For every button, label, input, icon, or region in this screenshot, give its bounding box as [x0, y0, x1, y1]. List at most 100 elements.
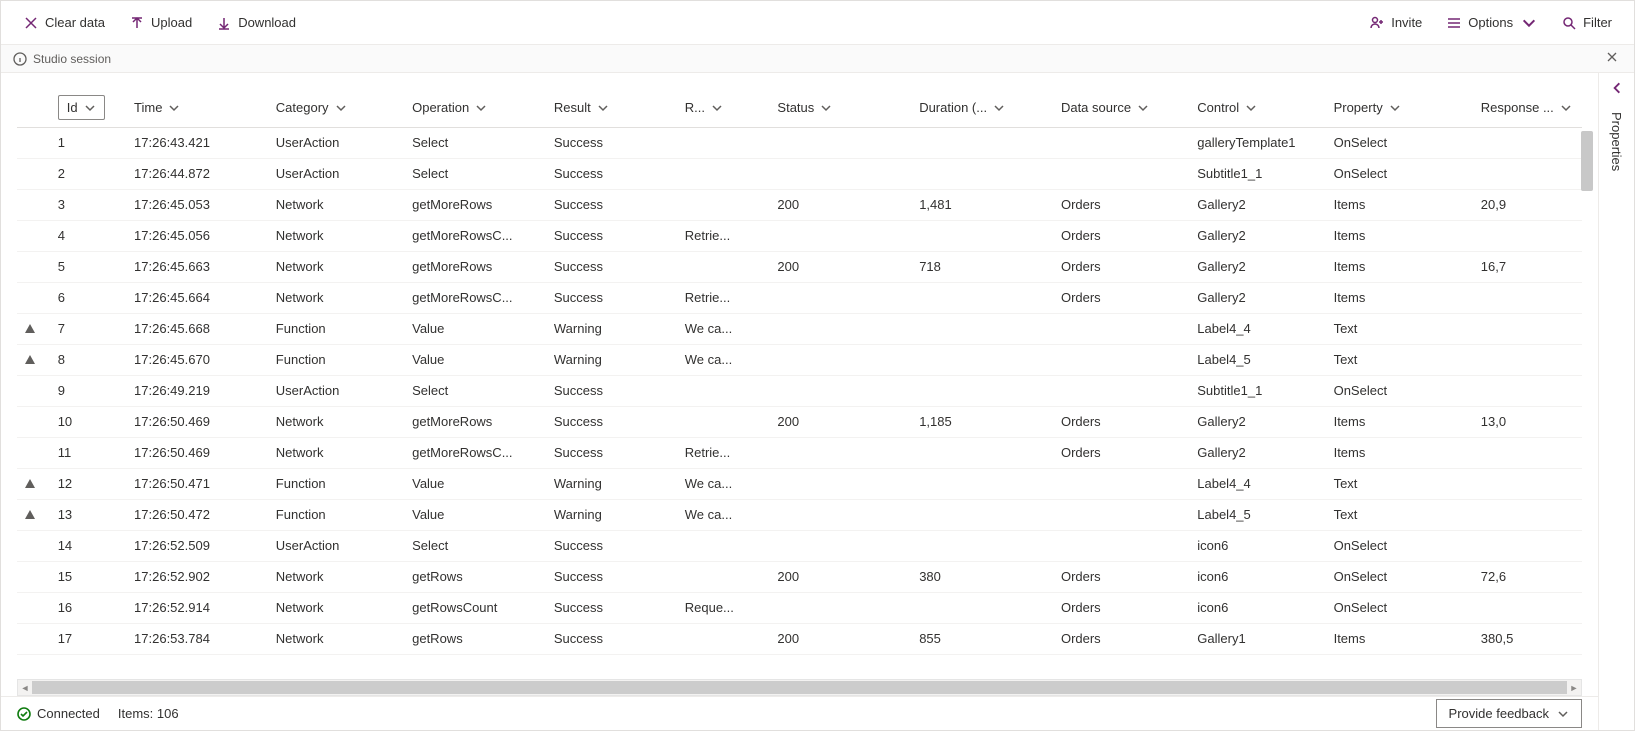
table-row[interactable]: 817:26:45.670FunctionValueWarningWe ca..… [17, 344, 1582, 375]
scroll-right-icon[interactable]: ► [1567, 683, 1581, 693]
table-row[interactable]: 117:26:43.421UserActionSelectSuccessgall… [17, 127, 1582, 158]
horizontal-scrollbar[interactable]: ◄ ► [17, 679, 1582, 696]
cell-property: OnSelect [1326, 158, 1473, 189]
row-warning-cell [17, 251, 50, 282]
column-header-status[interactable]: Status [769, 85, 911, 127]
table-row[interactable]: 517:26:45.663NetworkgetMoreRowsSuccess20… [17, 251, 1582, 282]
chevron-down-icon [84, 102, 96, 114]
column-header-time[interactable]: Time [126, 85, 268, 127]
cell-status [769, 592, 911, 623]
column-header-category[interactable]: Category [268, 85, 404, 127]
table-row[interactable]: 1717:26:53.784NetworkgetRowsSuccess20085… [17, 623, 1582, 654]
scroll-left-icon[interactable]: ◄ [18, 683, 32, 693]
chevron-down-icon [475, 102, 487, 114]
provide-feedback-button[interactable]: Provide feedback [1436, 699, 1582, 728]
cell-operation: getMoreRows [404, 406, 546, 437]
cell-time: 17:26:50.469 [126, 437, 268, 468]
cell-property: OnSelect [1326, 530, 1473, 561]
table-row[interactable]: 617:26:45.664NetworkgetMoreRowsC...Succe… [17, 282, 1582, 313]
cell-result-info: We ca... [677, 313, 770, 344]
cell-category: UserAction [268, 375, 404, 406]
cell-category: Network [268, 623, 404, 654]
cell-response [1473, 220, 1582, 251]
column-header-control[interactable]: Control [1189, 85, 1325, 127]
column-header-property[interactable]: Property [1326, 85, 1473, 127]
cell-result: Success [546, 251, 677, 282]
cell-response [1473, 344, 1582, 375]
table-row[interactable]: 217:26:44.872UserActionSelectSuccessSubt… [17, 158, 1582, 189]
vertical-scrollbar-thumb[interactable] [1581, 131, 1593, 191]
column-header-result[interactable]: Result [546, 85, 677, 127]
cell-data-source [1053, 530, 1189, 561]
expand-properties-button[interactable] [1610, 81, 1624, 98]
chevron-left-icon [1610, 81, 1624, 95]
clear-data-button[interactable]: Clear data [13, 9, 115, 37]
warning-icon [25, 479, 35, 488]
cell-property: Items [1326, 251, 1473, 282]
row-warning-cell [17, 623, 50, 654]
row-warning-cell [17, 437, 50, 468]
cell-control: Gallery2 [1189, 220, 1325, 251]
table-row[interactable]: 1017:26:50.469NetworkgetMoreRowsSuccess2… [17, 406, 1582, 437]
invite-button[interactable]: Invite [1359, 9, 1432, 37]
cell-property: Text [1326, 313, 1473, 344]
options-button[interactable]: Options [1436, 9, 1547, 37]
cell-data-source [1053, 158, 1189, 189]
chevron-down-icon [1521, 15, 1537, 31]
data-grid[interactable]: Id Time Category Operation Result R... S… [17, 85, 1582, 679]
column-header-duration[interactable]: Duration (... [911, 85, 1053, 127]
cell-result: Success [546, 158, 677, 189]
cell-id: 12 [50, 468, 126, 499]
upload-button[interactable]: Upload [119, 9, 202, 37]
cell-duration [911, 282, 1053, 313]
cell-data-source: Orders [1053, 592, 1189, 623]
cell-status [769, 313, 911, 344]
person-add-icon [1369, 15, 1385, 31]
table-row[interactable]: 1217:26:50.471FunctionValueWarningWe ca.… [17, 468, 1582, 499]
table-row[interactable]: 1317:26:50.472FunctionValueWarningWe ca.… [17, 499, 1582, 530]
cell-result-info [677, 406, 770, 437]
cell-category: Function [268, 344, 404, 375]
feedback-label: Provide feedback [1449, 706, 1549, 721]
table-row[interactable]: 917:26:49.219UserActionSelectSuccessSubt… [17, 375, 1582, 406]
cell-id: 14 [50, 530, 126, 561]
table-row[interactable]: 717:26:45.668FunctionValueWarningWe ca..… [17, 313, 1582, 344]
cell-time: 17:26:45.056 [126, 220, 268, 251]
cell-category: Function [268, 468, 404, 499]
cell-status [769, 158, 911, 189]
cell-data-source [1053, 313, 1189, 344]
cell-result: Success [546, 530, 677, 561]
close-icon [1606, 51, 1618, 63]
table-row[interactable]: 1617:26:52.914NetworkgetRowsCountSuccess… [17, 592, 1582, 623]
table-row[interactable]: 317:26:45.053NetworkgetMoreRowsSuccess20… [17, 189, 1582, 220]
scroll-thumb[interactable] [32, 681, 1567, 694]
cell-time: 17:26:52.902 [126, 561, 268, 592]
table-row[interactable]: 1417:26:52.509UserActionSelectSuccessico… [17, 530, 1582, 561]
cell-property: Text [1326, 344, 1473, 375]
column-header-operation[interactable]: Operation [404, 85, 546, 127]
table-row[interactable]: 1117:26:50.469NetworkgetMoreRowsC...Succ… [17, 437, 1582, 468]
download-button[interactable]: Download [206, 9, 306, 37]
cell-data-source: Orders [1053, 189, 1189, 220]
table-row[interactable]: 417:26:45.056NetworkgetMoreRowsC...Succe… [17, 220, 1582, 251]
column-header-response[interactable]: Response ... [1473, 85, 1582, 127]
cell-control: Gallery2 [1189, 251, 1325, 282]
session-close-button[interactable] [1602, 47, 1622, 70]
cell-id: 11 [50, 437, 126, 468]
table-row[interactable]: 1517:26:52.902NetworkgetRowsSuccess20038… [17, 561, 1582, 592]
chevron-down-icon [1560, 102, 1572, 114]
column-header-id[interactable]: Id [50, 85, 126, 127]
column-header-label: Operation [412, 100, 469, 115]
cell-time: 17:26:45.668 [126, 313, 268, 344]
column-header-result-info[interactable]: R... [677, 85, 770, 127]
cell-property: OnSelect [1326, 375, 1473, 406]
cell-result: Success [546, 127, 677, 158]
cell-result-info: Retrie... [677, 220, 770, 251]
properties-label: Properties [1609, 112, 1624, 171]
filter-button[interactable]: Filter [1551, 9, 1622, 37]
column-header-data-source[interactable]: Data source [1053, 85, 1189, 127]
cell-data-source [1053, 499, 1189, 530]
column-header-label: Time [134, 100, 162, 115]
cell-time: 17:26:45.663 [126, 251, 268, 282]
cell-status [769, 499, 911, 530]
